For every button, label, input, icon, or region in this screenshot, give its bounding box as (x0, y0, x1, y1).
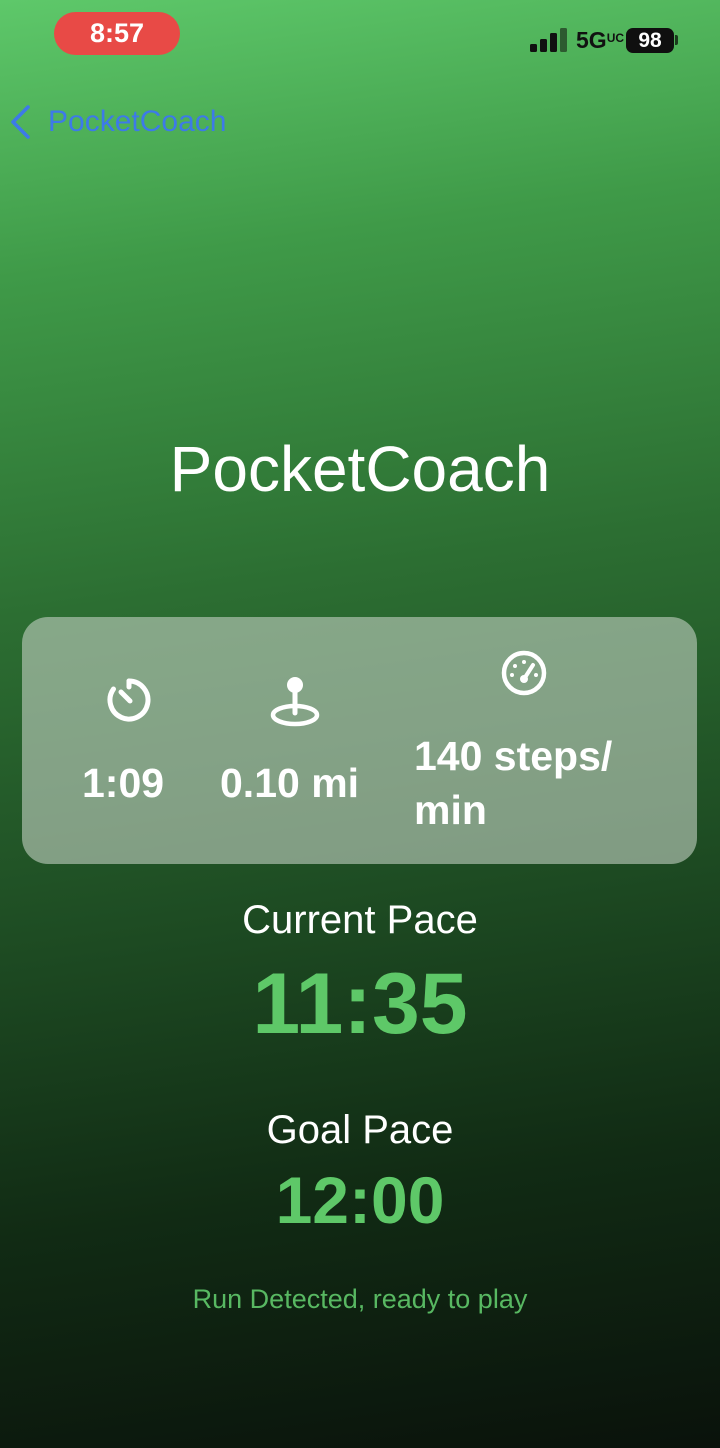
goal-pace-value: 12:00 (275, 1163, 445, 1237)
battery-tip (675, 35, 678, 45)
current-pace-label: Current Pace (242, 898, 478, 942)
back-button[interactable]: PocketCoach (8, 100, 226, 144)
cadence-value: 140 steps/ min (414, 733, 613, 833)
network-type: 5GUC (576, 27, 624, 54)
elapsed-time-value: 1:09 (82, 760, 165, 806)
page-title: PocketCoach (169, 433, 551, 505)
battery-icon: 98 (626, 28, 674, 53)
status-bar: 8:57 5GUC 98 (0, 0, 720, 70)
network-label: 5G (576, 27, 607, 53)
chevron-left-icon (11, 105, 30, 139)
run-status-message: Run Detected, ready to play (192, 1284, 528, 1314)
distance-value: 0.10 mi (220, 760, 360, 806)
run-stats-card: 1:09 0.10 mi 140 steps/ min (22, 617, 697, 864)
goal-pace-label: Goal Pace (266, 1108, 454, 1152)
cellular-signal-icon (530, 28, 567, 52)
speedometer-icon (501, 650, 547, 696)
network-superscript: UC (606, 31, 625, 45)
status-time[interactable]: 8:57 (54, 12, 180, 55)
back-button-label: PocketCoach (48, 105, 227, 138)
current-pace-value: 11:35 (252, 956, 468, 1052)
map-pin-icon (270, 677, 320, 727)
timer-icon (107, 678, 151, 722)
